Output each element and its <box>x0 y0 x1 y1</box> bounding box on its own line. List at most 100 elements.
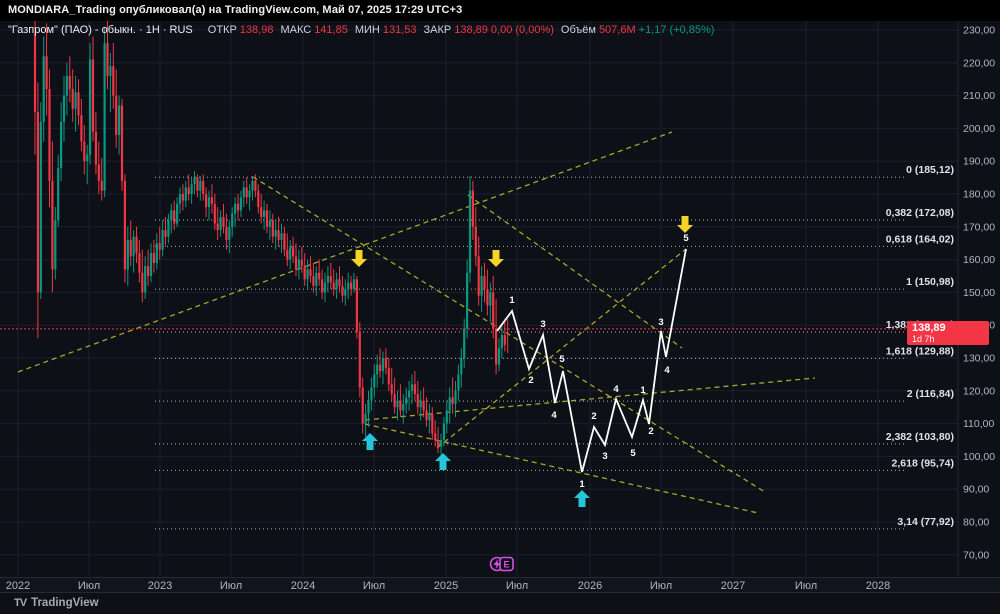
chart-canvas[interactable]: 0 (185,12) 0,382 (172,08) 0,618 (164,02) 1 … <box>0 0 1000 614</box>
bottom-bar: TV TradingView <box>0 593 1000 614</box>
candle-body <box>213 203 216 224</box>
last-price-value: 138,89 <box>912 322 946 334</box>
candle-body <box>60 121 63 168</box>
candle-body <box>370 387 373 401</box>
candle-body <box>234 203 237 214</box>
wave-label: 4 <box>613 384 619 395</box>
tradingview-logo[interactable]: TV TradingView <box>14 597 99 609</box>
candle-body <box>51 180 54 270</box>
time-axis-label: 2022 <box>5 580 31 592</box>
candle-body <box>483 276 486 290</box>
candle-body <box>48 89 51 181</box>
symbol-title[interactable]: "Газпром" (ПАО) - обыкн. · 1Н · RUS <box>8 24 193 36</box>
price-axis-label: 70,00 <box>963 549 989 561</box>
candle-body <box>176 203 179 224</box>
candle-body <box>384 358 387 368</box>
wave-label: 5 <box>630 448 636 459</box>
tv-logo-text: TradingView <box>31 597 99 609</box>
last-price-tag: 138,89 1d 7h <box>907 321 989 345</box>
candle-body <box>97 164 100 181</box>
price-axis-label: 220,00 <box>963 57 995 69</box>
candle-body <box>321 279 324 293</box>
buy-arrow-icon <box>362 433 378 450</box>
event-markers[interactable]: E <box>489 556 514 572</box>
candle-body <box>274 230 277 237</box>
ohlc-field-label: Объём <box>560 24 596 36</box>
candle-body <box>355 279 358 332</box>
candle-body <box>480 276 483 296</box>
candle-body <box>199 180 202 191</box>
candle-body <box>245 187 248 198</box>
candle-body <box>83 141 86 162</box>
candle-body <box>68 75 71 90</box>
candle-body <box>118 105 121 135</box>
price-axis-label: 80,00 <box>963 517 989 529</box>
candle-body <box>466 272 469 329</box>
fib-extension-levels: 0 (185,12) 0,382 (172,08) 0,618 (164,02) 1 … <box>155 164 954 530</box>
candle-body <box>91 59 95 132</box>
time-axis-label: Июл <box>77 580 101 592</box>
sell-arrow-icon <box>351 250 367 267</box>
candle-body <box>94 131 97 165</box>
time-axis-label: 2024 <box>290 580 316 592</box>
time-axis-label: 2028 <box>865 580 891 592</box>
candle-body <box>216 223 219 231</box>
buy-arrow-icon <box>574 490 590 507</box>
candle-body <box>57 167 60 221</box>
candle-body <box>196 177 199 191</box>
candle-body <box>152 253 155 263</box>
candle-body <box>457 374 460 391</box>
candle-body <box>190 184 193 194</box>
wave-label: 3 <box>602 451 607 462</box>
candle-body <box>474 226 477 257</box>
wave-label: 2 <box>591 411 596 422</box>
candle-body <box>500 335 503 349</box>
candle-body <box>442 423 445 440</box>
candle-body <box>468 190 472 273</box>
sell-arrow-icon <box>488 250 504 267</box>
candle-body <box>109 66 112 76</box>
price-axis-label: 90,00 <box>963 484 989 496</box>
time-axis[interactable]: 2022 Июл 2023 Июл 2024 Июл 2025 Июл 2026 Июл 2027 И… <box>0 577 1000 593</box>
candle-body <box>207 197 211 208</box>
fib-level-label: 0,618 (164,02) <box>886 233 954 245</box>
candle-body <box>193 177 196 185</box>
candle-body <box>222 216 225 227</box>
candle-body <box>138 253 141 273</box>
candle-body <box>147 266 150 276</box>
time-axis-label: Июл <box>649 580 673 592</box>
ohlc-field-value: 138,98 <box>239 24 274 36</box>
wave-label: 4 <box>664 365 670 376</box>
time-axis-label: 2026 <box>577 580 603 592</box>
candle-body <box>381 358 385 372</box>
candle-body <box>439 440 443 447</box>
candle-body <box>376 364 379 375</box>
candle-body <box>283 233 286 250</box>
candle-body <box>242 187 245 198</box>
price-axis[interactable]: 230,00 220,00 210,00 200,00 190,00 180,00 170,… <box>963 25 995 562</box>
byline-bar: MONDIARA_Trading опубликовал(а) на Tradi… <box>0 0 1000 21</box>
candle-body <box>300 259 303 267</box>
candle-body <box>39 121 42 293</box>
candle-body <box>303 266 306 280</box>
fib-level-label: 1,618 (129,88) <box>886 345 954 357</box>
candle-body <box>187 187 190 194</box>
elliott-wave-projection: 1 2 3 4 5 1 2 3 4 5 1 2 3 4 5 <box>496 233 689 490</box>
ohlc-field-label: ЗАКР <box>423 24 452 36</box>
candle-body <box>65 75 68 96</box>
candle-body <box>471 190 474 227</box>
candle-body <box>489 292 492 306</box>
symbol-bar: "Газпром" (ПАО) - обыкн. · 1Н · RUS ОТКР 1… <box>8 24 714 38</box>
events-marker-letter: E <box>503 560 509 570</box>
fib-level-label: 1 (150,98) <box>906 276 954 288</box>
candle-body <box>344 289 347 296</box>
candle-body <box>367 400 370 414</box>
candle-body <box>315 272 318 286</box>
price-axis-label: 120,00 <box>963 385 995 397</box>
candle-body <box>205 194 208 208</box>
candle-body <box>297 259 300 270</box>
candle-body <box>341 285 344 296</box>
candle-body <box>364 413 367 424</box>
tradingview-published-chart: 0 (185,12) 0,382 (172,08) 0,618 (164,02) 1 … <box>0 0 1000 614</box>
candle-body <box>144 266 147 293</box>
